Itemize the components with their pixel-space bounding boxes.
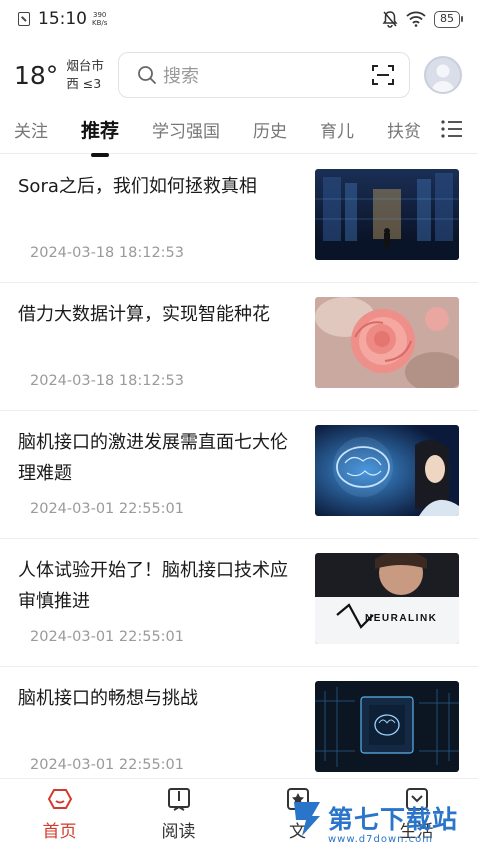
- battery-indicator: 85: [434, 10, 463, 28]
- nav-read[interactable]: 阅读: [119, 779, 238, 850]
- article-title: 脑机接口的激进发展需直面七大伦理难题: [18, 432, 288, 484]
- tab-poverty[interactable]: 扶贫: [387, 117, 421, 142]
- article-title: Sora之后，我们如何拯救真相: [18, 176, 257, 197]
- top-header: 18° 烟台市 西 ≤3 搜索: [0, 46, 478, 104]
- nav-read-label: 阅读: [161, 822, 196, 842]
- article-title: 借力大数据计算，实现智能种花: [18, 304, 270, 325]
- scan-icon[interactable]: [371, 64, 395, 86]
- article-thumbnail: [315, 297, 459, 388]
- wind-info: 西 ≤3: [66, 76, 102, 91]
- mute-icon: [382, 11, 398, 28]
- network-speed: 390 KB/s: [92, 11, 107, 27]
- watermark-url: www.d7down.com: [328, 834, 434, 845]
- weather-info: 烟台市 西 ≤3: [66, 57, 104, 93]
- article-thumbnail: [315, 425, 459, 516]
- neuralink-logo-text: NEURALINK: [365, 613, 437, 624]
- menu-icon[interactable]: [440, 118, 464, 140]
- article-card[interactable]: 脑机接口的畅想与挑战 2024-03-01 22:55:01: [0, 667, 478, 795]
- tab-xuexi[interactable]: 学习强国: [152, 117, 220, 142]
- tab-history[interactable]: 历史: [253, 117, 287, 142]
- nav-home[interactable]: 首页: [0, 779, 119, 850]
- article-date: 2024-03-01 22:55:01: [30, 757, 184, 773]
- speed-value: 390: [93, 11, 107, 19]
- home-icon: [47, 789, 72, 809]
- article-card[interactable]: 人体试验开始了！脑机接口技术应审慎推进 2024-03-01 22:55:01 …: [0, 539, 478, 667]
- watermark-logo-icon: [294, 802, 320, 836]
- article-feed: Sora之后，我们如何拯救真相 2024-03-18 18:12:53 借力大数…: [0, 155, 478, 795]
- article-date: 2024-03-18 18:12:53: [30, 373, 184, 389]
- article-title: 人体试验开始了！脑机接口技术应审慎推进: [18, 560, 288, 612]
- speed-unit: KB/s: [92, 19, 108, 27]
- article-thumbnail: [315, 169, 459, 260]
- temperature: 18°: [14, 60, 59, 90]
- search-bar[interactable]: 搜索: [118, 52, 410, 98]
- article-date: 2024-03-01 22:55:01: [30, 501, 184, 517]
- avatar[interactable]: [424, 56, 462, 94]
- article-card[interactable]: 借力大数据计算，实现智能种花 2024-03-18 18:12:53: [0, 283, 478, 411]
- search-icon: [138, 66, 156, 84]
- article-card[interactable]: 脑机接口的激进发展需直面七大伦理难题 2024-03-01 22:55:01: [0, 411, 478, 539]
- article-thumbnail: [315, 681, 459, 772]
- city-name: 烟台市: [66, 58, 104, 73]
- category-tabs: 关注 推荐 学习强国 历史 育儿 扶贫: [0, 106, 478, 157]
- article-title: 脑机接口的畅想与挑战: [18, 688, 198, 709]
- tab-parenting[interactable]: 育儿: [320, 117, 354, 142]
- article-thumbnail: NEURALINK: [315, 553, 459, 644]
- tab-recommend[interactable]: 推荐: [81, 116, 119, 157]
- user-icon: [431, 64, 455, 92]
- wifi-icon: [406, 11, 426, 27]
- status-bar: 15:10 390 KB/s 85: [0, 0, 478, 38]
- watermark-text: 第七下载站: [328, 805, 459, 834]
- tab-follow[interactable]: 关注: [14, 117, 48, 142]
- nav-home-label: 首页: [42, 822, 77, 842]
- status-time: 15:10: [38, 9, 87, 29]
- weather-widget[interactable]: 18° 烟台市 西 ≤3: [14, 57, 118, 93]
- book-icon: [167, 788, 190, 811]
- article-date: 2024-03-01 22:55:01: [30, 629, 184, 645]
- search-placeholder: 搜索: [163, 66, 199, 87]
- article-date: 2024-03-18 18:12:53: [30, 245, 184, 261]
- sim-icon: [18, 12, 30, 26]
- site-watermark: 第七下载站 www.d7down.com: [290, 798, 459, 845]
- article-card[interactable]: Sora之后，我们如何拯救真相 2024-03-18 18:12:53: [0, 155, 478, 283]
